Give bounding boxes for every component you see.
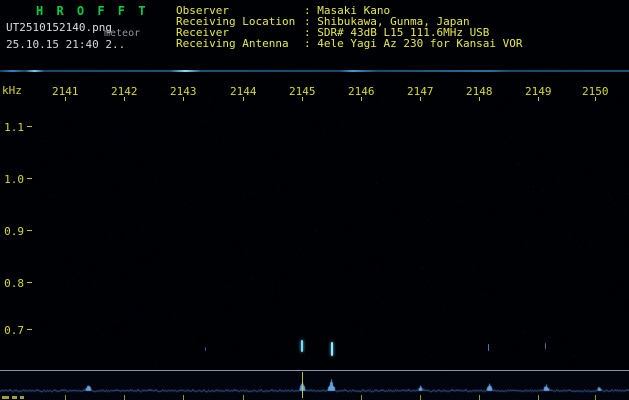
- minute-tick-mark: [479, 395, 480, 400]
- freq-tick-mark: [27, 329, 32, 330]
- time-tick-mark: [420, 97, 421, 101]
- freq-tick-mark: [27, 230, 32, 231]
- meteor-echo-mark: [331, 342, 333, 356]
- freq-tick-label: 1.0: [4, 173, 24, 186]
- freq-tick-label: 1.1: [4, 121, 24, 134]
- info-label-antenna: Receiving Antenna: [176, 37, 289, 50]
- level-corner-mark: [20, 396, 24, 399]
- meteor-echo-mark: [545, 343, 546, 349]
- time-tick-mark: [479, 97, 480, 101]
- time-tick-mark: [361, 97, 362, 101]
- timestamp: 25.10.15 21:40 2..: [6, 38, 126, 51]
- freq-tick-label: 0.7: [4, 324, 24, 337]
- level-canvas: [0, 372, 629, 398]
- spectrogram-canvas: [0, 74, 629, 369]
- minute-tick-mark: [361, 395, 362, 400]
- freq-tick-mark: [27, 126, 32, 127]
- app-title: H R O F F T: [36, 4, 149, 18]
- echo-event-marker: [302, 372, 303, 398]
- time-tick-mark: [124, 97, 125, 101]
- time-tick-mark: [65, 97, 66, 101]
- time-tick-mark: [538, 97, 539, 101]
- freq-axis-unit: kHz: [2, 84, 22, 97]
- minute-tick-mark: [538, 395, 539, 400]
- time-tick-mark: [243, 97, 244, 101]
- meteor-echo-mark: [205, 347, 206, 351]
- meteor-echo-mark: [488, 344, 489, 351]
- freq-tick-mark: [27, 178, 32, 179]
- level-corner-mark: [2, 396, 9, 399]
- level-corner-mark: [12, 396, 17, 399]
- freq-tick-mark: [27, 282, 32, 283]
- minute-tick-mark: [243, 395, 244, 400]
- minute-tick-mark: [65, 395, 66, 400]
- meteor-echo-mark: [301, 340, 303, 352]
- header-separator: [0, 70, 629, 72]
- minute-tick-mark: [183, 395, 184, 400]
- time-tick-mark: [302, 97, 303, 101]
- freq-tick-label: 0.8: [4, 277, 24, 290]
- output-filename: UT2510152140.png: [6, 21, 112, 34]
- minute-tick-mark: [595, 395, 596, 400]
- minute-tick-mark: [420, 395, 421, 400]
- hrofft-screen: H R O F F T UT2510152140.png meteor 25.1…: [0, 0, 629, 400]
- freq-tick-label: 0.9: [4, 225, 24, 238]
- time-tick-mark: [595, 97, 596, 101]
- time-tick-mark: [183, 97, 184, 101]
- minute-tick-mark: [124, 395, 125, 400]
- info-value-antenna: : 4ele Yagi Az 230 for Kansai VOR: [304, 37, 523, 50]
